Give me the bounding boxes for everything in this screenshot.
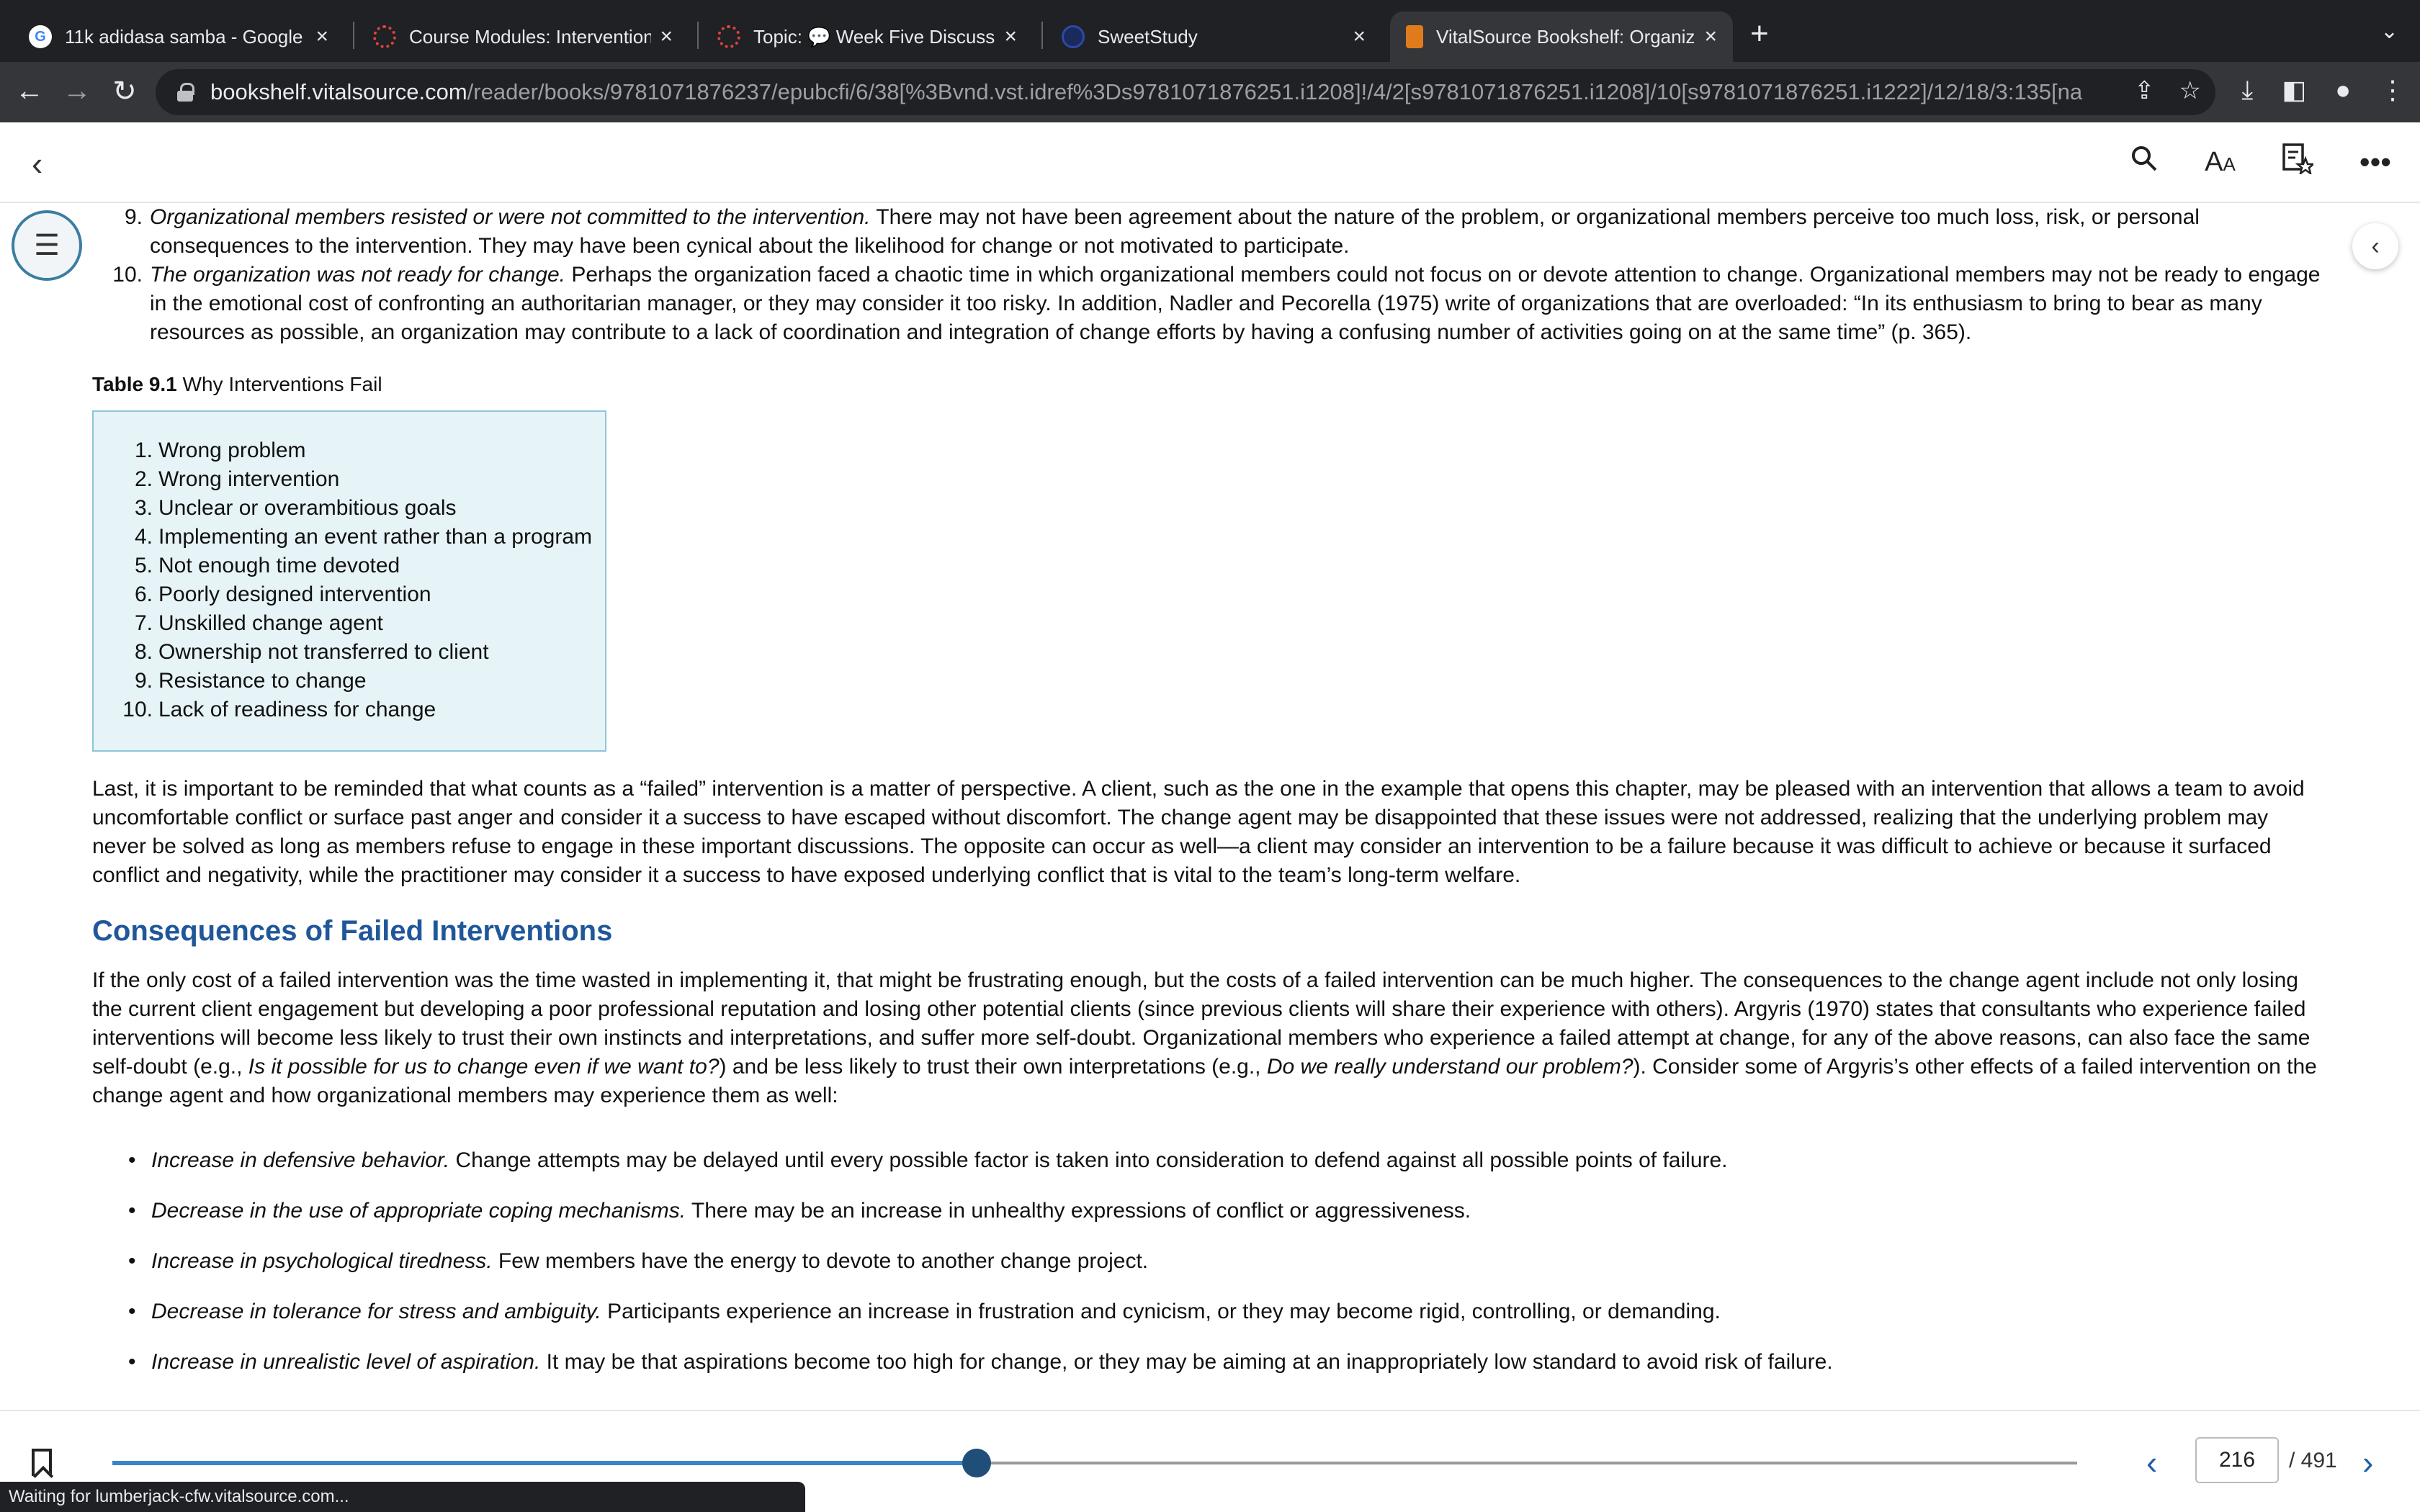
page-progress-slider[interactable] [112,1449,2077,1477]
text-size-icon[interactable]: AA [2205,147,2236,178]
paragraph-consequences: If the only cost of a failed interventio… [92,968,2317,1107]
status-bar: Waiting for lumberjack-cfw.vitalsource.c… [0,1482,805,1512]
tab-title: Course Modules: Interventions [409,25,652,48]
menu-dots-icon[interactable]: ⋮ [2380,75,2406,106]
close-icon[interactable]: × [1004,24,1017,49]
progress-fill [112,1461,977,1465]
reading-pane: 9. Organizational members resisted or wer… [92,203,2325,1410]
table-row: 5. Not enough time devoted [134,554,400,577]
slider-handle[interactable] [962,1449,992,1477]
list-item: Decrease in tolerance for stress and amb… [92,1297,2325,1348]
close-icon[interactable]: × [1704,24,1717,49]
more-options-icon[interactable]: ••• [2360,145,2391,179]
tab-title: Topic: 💬 Week Five Discussion [753,25,996,48]
close-icon[interactable]: × [1353,24,1366,49]
section-heading: Consequences of Failed Interventions [92,915,613,947]
share-icon[interactable]: ⇪ [2134,76,2155,105]
bullet-list: Increase in defensive behavior. Change a… [92,1146,2325,1398]
download-icon[interactable]: ⤓ [2241,75,2253,106]
lock-icon[interactable] [177,83,194,102]
table-caption: Table 9.1 Why Interventions Fail [92,373,382,395]
table-row: 4. Implementing an event rather than a pr… [134,525,593,549]
numbered-list: 9. Organizational members resisted or wer… [92,203,2325,347]
table-row: 3. Unclear or overambitious goals [134,496,457,520]
close-icon[interactable]: × [315,24,328,49]
table-row: 9. Resistance to change [134,669,367,693]
chevron-down-icon[interactable]: ⌄ [2380,19,2398,44]
google-icon: G [29,25,52,48]
reader-header: ‹ AA ••• [0,122,2420,203]
browser-tab-bar: G 11k adidasa samba - Google Se × Course… [0,0,2420,62]
browser-tab-course-modules[interactable]: Course Modules: Interventions × [357,12,689,62]
url-text[interactable]: bookshelf.vitalsource.com/reader/books/9… [210,79,2083,105]
tab-title: SweetStudy [1098,25,1198,48]
table-row: 10. Lack of readiness for change [122,698,436,721]
chevron-left-icon: ‹ [2371,232,2380,260]
back-arrow-icon[interactable]: ← [12,75,48,107]
side-panel-icon[interactable]: ◧ [2282,75,2306,106]
table-row: 6. Poorly designed intervention [134,582,431,606]
page-number-input[interactable] [2195,1437,2279,1483]
list-item: 10. The organization was not ready for ch… [112,263,2321,344]
profile-icon[interactable]: ● [2335,75,2351,106]
study-tools-icon[interactable] [2282,143,2316,181]
list-item: Increase in psychological tiredness. Few… [92,1247,2325,1297]
browser-toolbar: ← → ↻ bookshelf.vitalsource.com/reader/b… [0,62,2420,122]
previous-page-button[interactable]: ‹ [2146,1443,2157,1482]
bookmark-icon[interactable] [32,1449,52,1476]
table-row: 8. Ownership not transferred to client [134,640,489,664]
canvas-icon [717,25,740,48]
total-pages: / 491 [2289,1449,2337,1472]
browser-tab-vitalsource[interactable]: VitalSource Bookshelf: Organiz × [1390,12,1733,62]
sweetstudy-icon [1062,25,1085,48]
forward-arrow-icon[interactable]: → [59,75,95,107]
toc-icon: ☰ [34,230,60,261]
tab-title: 11k adidasa samba - Google Se [65,25,308,48]
canvas-icon [373,25,396,48]
browser-tab-sweetstudy[interactable]: SweetStudy × [1046,12,1381,62]
browser-tab-discussion[interactable]: Topic: 💬 Week Five Discussion × [702,12,1033,62]
next-page-button[interactable]: › [2362,1443,2373,1482]
table-row: 7. Unskilled change agent [134,611,383,635]
paragraph-perspective: Last, it is important to be reminded tha… [92,777,2305,887]
table-of-contents-button[interactable]: ☰ [12,210,82,281]
close-icon[interactable]: × [660,24,673,49]
tab-title: VitalSource Bookshelf: Organiz [1436,25,1695,48]
list-item: Decrease in the use of appropriate copin… [92,1197,2325,1247]
new-tab-icon[interactable]: + [1750,16,1769,52]
collapse-panel-button[interactable]: ‹ [2352,223,2398,269]
list-item: 9. Organizational members resisted or wer… [124,205,2200,258]
list-item: Increase in defensive behavior. Change a… [92,1146,2325,1197]
table-row: 1. Wrong problem [134,438,306,462]
table-why-interventions-fail: 1. Wrong problem 2. Wrong intervention 3. U… [92,410,606,752]
table-row: 2. Wrong intervention [134,467,340,491]
list-item: Increase in unrealistic level of aspirat… [92,1348,2325,1398]
vitalsource-icon [1406,25,1423,48]
address-bar[interactable]: bookshelf.vitalsource.com/reader/books/9… [156,69,2215,115]
star-icon[interactable]: ☆ [2179,76,2201,105]
browser-tab-google[interactable]: G 11k adidasa samba - Google Se × [13,12,344,62]
back-chevron-icon[interactable]: ‹ [32,144,42,183]
reload-icon[interactable]: ↻ [107,75,143,108]
search-icon[interactable] [2130,144,2159,180]
